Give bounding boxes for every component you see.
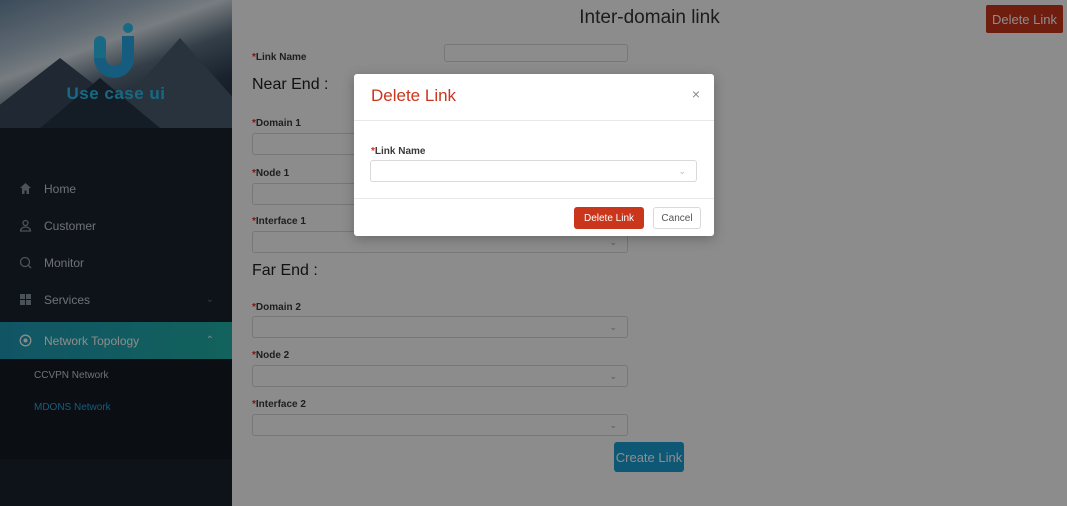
dialog-link-name-select[interactable]: ⌄ (370, 160, 697, 182)
dialog-header-divider (354, 120, 714, 121)
dialog-footer-divider (354, 198, 714, 199)
dialog-cancel-button[interactable]: Cancel (653, 207, 701, 229)
dialog-title: Delete Link (371, 86, 457, 105)
delete-link-dialog: Delete Link × *Link Name ⌄ Delete Link C… (354, 74, 714, 236)
chevron-down-icon: ⌄ (678, 166, 686, 176)
dialog-delete-button[interactable]: Delete Link (574, 207, 644, 229)
dialog-link-name-label: *Link Name (371, 146, 426, 157)
close-icon[interactable]: × (692, 86, 700, 102)
